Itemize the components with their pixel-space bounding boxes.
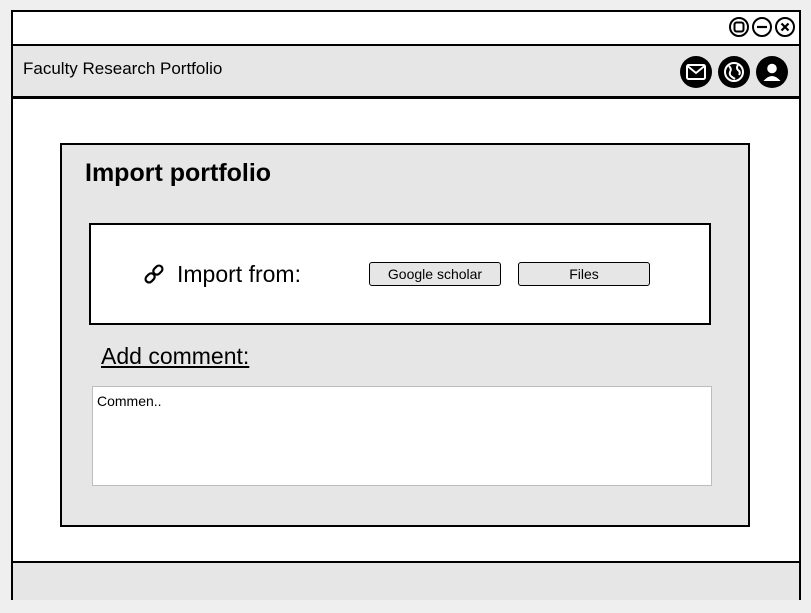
app-title: Faculty Research Portfolio bbox=[23, 59, 223, 78]
main-content: Import portfolio Import from: Google sch… bbox=[13, 99, 799, 561]
add-comment-label[interactable]: Add comment: bbox=[101, 343, 249, 370]
google-scholar-button[interactable]: Google scholar bbox=[369, 262, 501, 286]
import-portfolio-panel: Import portfolio Import from: Google sch… bbox=[60, 143, 750, 527]
user-icon[interactable] bbox=[756, 56, 788, 88]
comment-textarea[interactable] bbox=[92, 386, 712, 486]
import-source-box: Import from: Google scholar Files bbox=[89, 223, 711, 325]
minimize-icon[interactable] bbox=[752, 17, 772, 37]
globe-icon[interactable] bbox=[718, 56, 750, 88]
header-icons bbox=[680, 56, 788, 88]
close-icon[interactable] bbox=[775, 17, 795, 37]
panel-title: Import portfolio bbox=[85, 159, 272, 187]
maximize-icon[interactable] bbox=[729, 17, 749, 37]
status-bar bbox=[13, 561, 799, 600]
app-header: Faculty Research Portfolio bbox=[13, 46, 799, 99]
link-icon bbox=[143, 263, 165, 290]
window-titlebar bbox=[13, 12, 799, 46]
files-button[interactable]: Files bbox=[518, 262, 650, 286]
window-controls bbox=[729, 17, 795, 37]
app-window: Faculty Research Portfolio Import portfo… bbox=[11, 10, 801, 600]
import-from-label: Import from: bbox=[177, 261, 301, 287]
mail-icon[interactable] bbox=[680, 56, 712, 88]
